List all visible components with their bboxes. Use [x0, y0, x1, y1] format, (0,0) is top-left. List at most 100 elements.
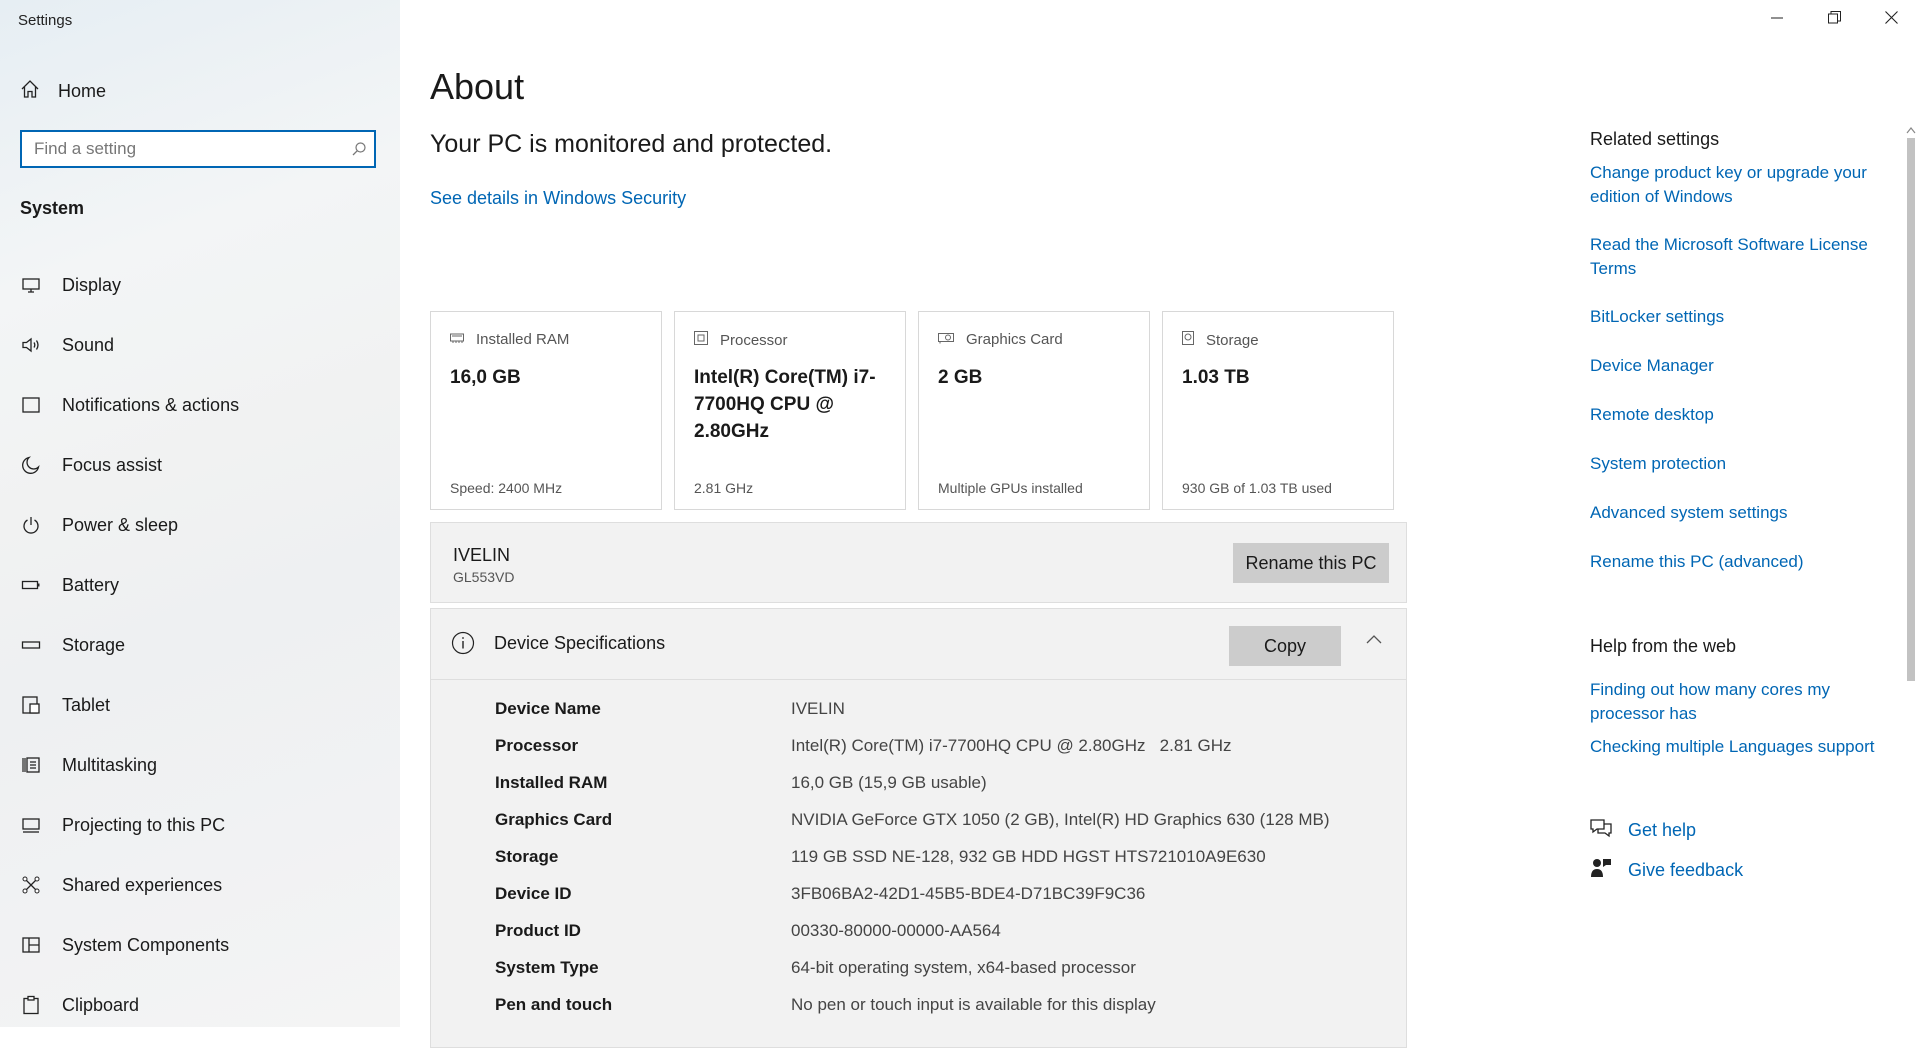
- sidebar-item-label: Clipboard: [62, 994, 140, 1015]
- spec-key: Device Name: [495, 699, 601, 718]
- get-help-label: Get help: [1628, 820, 1697, 840]
- sidebar-item-label: Tablet: [62, 694, 111, 715]
- help-link-cores[interactable]: Finding out how many cores my processor …: [1590, 678, 1890, 726]
- related-link-remote-desktop[interactable]: Remote desktop: [1590, 403, 1890, 427]
- spec-value: Intel(R) Core(TM) i7-7700HQ CPU @ 2.80GH…: [791, 736, 1232, 755]
- spec-value: 00330-80000-00000-AA564: [791, 921, 1001, 940]
- sidebar-item-notifications[interactable]: Notifications & actions: [0, 375, 400, 435]
- give-feedback-link[interactable]: Give feedback: [1590, 857, 1743, 884]
- section-label-system: System: [20, 198, 85, 218]
- home-link[interactable]: Home: [20, 79, 106, 104]
- card-title: Installed RAM: [476, 331, 570, 348]
- rename-pc-button[interactable]: Rename this PC: [1233, 543, 1389, 583]
- sidebar-item-focus-assist[interactable]: Focus assist: [0, 435, 400, 495]
- card-value: Intel(R) Core(TM) i7-7700HQ CPU @ 2.80GH…: [694, 367, 876, 442]
- sidebar-item-shared-experiences[interactable]: Shared experiences: [0, 855, 400, 915]
- sidebar-item-system-components[interactable]: System Components: [0, 915, 400, 975]
- info-icon: [451, 631, 475, 660]
- display-icon: [20, 274, 42, 296]
- pc-model: GL553VD: [453, 569, 515, 585]
- restore-icon: [1827, 11, 1841, 29]
- close-button[interactable]: [1863, 0, 1919, 40]
- sidebar-item-storage[interactable]: Storage: [0, 615, 400, 675]
- sidebar-item-label: Shared experiences: [62, 874, 223, 895]
- scroll-up-icon[interactable]: [1906, 121, 1916, 139]
- spec-key: System Type: [495, 958, 599, 977]
- card-value: 1.03 TB: [1182, 367, 1250, 388]
- table-row: Device Name IVELIN: [495, 699, 1330, 736]
- table-row: Storage 119 GB SSD NE-128, 932 GB HDD HGS…: [495, 847, 1330, 884]
- related-link-rename-advanced[interactable]: Rename this PC (advanced): [1590, 550, 1890, 574]
- sidebar-item-label: Display: [62, 274, 122, 295]
- windows-security-link[interactable]: See details in Windows Security: [430, 188, 686, 209]
- related-link-product-key[interactable]: Change product key or upgrade your editi…: [1590, 161, 1890, 209]
- sidebar-item-display[interactable]: Display: [0, 255, 400, 315]
- sidebar-item-label: Sound: [62, 334, 115, 355]
- specs-table: Device Name IVELIN Processor Intel(R) Core…: [495, 699, 1330, 1032]
- minimize-button[interactable]: [1749, 0, 1805, 40]
- spec-key: Graphics Card: [495, 810, 613, 829]
- sidebar-item-multitasking[interactable]: Multitasking: [0, 735, 400, 795]
- sidebar-item-battery[interactable]: Battery: [0, 555, 400, 615]
- sidebar-item-projecting[interactable]: Projecting to this PC: [0, 795, 400, 855]
- copy-button[interactable]: Copy: [1229, 626, 1341, 666]
- get-help-link[interactable]: Get help: [1590, 818, 1696, 843]
- spec-value: 119 GB SSD NE-128, 932 GB HDD HGST HTS72…: [791, 847, 1266, 866]
- related-link-advanced-system[interactable]: Advanced system settings: [1590, 501, 1890, 525]
- card-title: Graphics Card: [966, 331, 1063, 348]
- card-installed-ram: Installed RAM 16,0 GB Speed: 2400 MHz: [430, 311, 662, 510]
- shared-icon: [20, 874, 42, 896]
- sidebar-item-label: Projecting to this PC: [62, 814, 226, 835]
- spec-key: Pen and touch: [495, 995, 613, 1014]
- give-feedback-label: Give feedback: [1628, 860, 1744, 880]
- table-row: Graphics Card NVIDIA GeForce GTX 1050 (2 …: [495, 810, 1330, 847]
- spec-value: NVIDIA GeForce GTX 1050 (2 GB), Intel(R)…: [791, 810, 1330, 829]
- specs-header[interactable]: Device Specifications Copy: [431, 609, 1406, 680]
- summary-cards: Installed RAM 16,0 GB Speed: 2400 MHz Pr…: [430, 311, 1394, 510]
- minimize-icon: [1771, 11, 1783, 29]
- card-storage: Storage 1.03 TB 930 GB of 1.03 TB used: [1162, 311, 1394, 510]
- sound-icon: [20, 334, 42, 356]
- restore-button[interactable]: [1806, 0, 1862, 40]
- moon-icon: [20, 454, 42, 476]
- power-icon: [20, 514, 42, 536]
- related-link-device-manager[interactable]: Device Manager: [1590, 354, 1890, 378]
- home-label: Home: [58, 81, 107, 101]
- card-subtext: Multiple GPUs installed: [938, 480, 1083, 496]
- pc-name: IVELIN: [453, 545, 511, 565]
- sidebar-item-power-sleep[interactable]: Power & sleep: [0, 495, 400, 555]
- related-link-system-protection[interactable]: System protection: [1590, 452, 1890, 476]
- sidebar-item-tablet[interactable]: Tablet: [0, 675, 400, 735]
- device-specifications-panel: Device Specifications Copy Device Name IV…: [430, 608, 1407, 1048]
- spec-value: 16,0 GB (15,9 GB usable): [791, 773, 987, 792]
- notifications-icon: [20, 394, 42, 416]
- related-link-license-terms[interactable]: Read the Microsoft Software License Term…: [1590, 233, 1890, 281]
- search-box[interactable]: [20, 130, 376, 168]
- sidebar: Settings Home System Display Sound Notif…: [0, 0, 400, 1027]
- table-row: System Type 64-bit operating system, x64-…: [495, 958, 1330, 995]
- spec-value: 3FB06BA2-42D1-45B5-BDE4-D71BC39F9C36: [791, 884, 1146, 903]
- card-graphics-card: Graphics Card 2 GB Multiple GPUs install…: [918, 311, 1150, 510]
- get-help-icon: [1590, 818, 1612, 843]
- search-icon[interactable]: [344, 141, 374, 157]
- help-link-languages[interactable]: Checking multiple Languages support: [1590, 735, 1890, 759]
- scrollbar-thumb[interactable]: [1907, 138, 1915, 681]
- chevron-up-icon[interactable]: [1366, 631, 1382, 649]
- feedback-icon: [1590, 857, 1612, 884]
- card-title: Storage: [1206, 331, 1259, 349]
- sidebar-nav: Display Sound Notifications & actions Fo…: [0, 255, 400, 1027]
- sidebar-item-sound[interactable]: Sound: [0, 315, 400, 375]
- table-row: Device ID 3FB06BA2-42D1-45B5-BDE4-D71BC39…: [495, 884, 1330, 921]
- table-row: Installed RAM 16,0 GB (15,9 GB usable): [495, 773, 1330, 810]
- sidebar-item-label: Multitasking: [62, 754, 158, 775]
- gpu-icon: [938, 331, 954, 348]
- search-input[interactable]: [22, 134, 344, 164]
- related-settings-heading: Related settings: [1590, 129, 1720, 149]
- sidebar-item-label: Storage: [62, 634, 126, 655]
- multitasking-icon: [20, 754, 42, 776]
- spec-value: 64-bit operating system, x64-based proce…: [791, 958, 1136, 977]
- card-value: 16,0 GB: [450, 367, 521, 388]
- related-link-bitlocker[interactable]: BitLocker settings: [1590, 305, 1890, 329]
- spec-value: No pen or touch input is available for t…: [791, 995, 1156, 1014]
- sidebar-item-clipboard[interactable]: Clipboard: [0, 975, 400, 1027]
